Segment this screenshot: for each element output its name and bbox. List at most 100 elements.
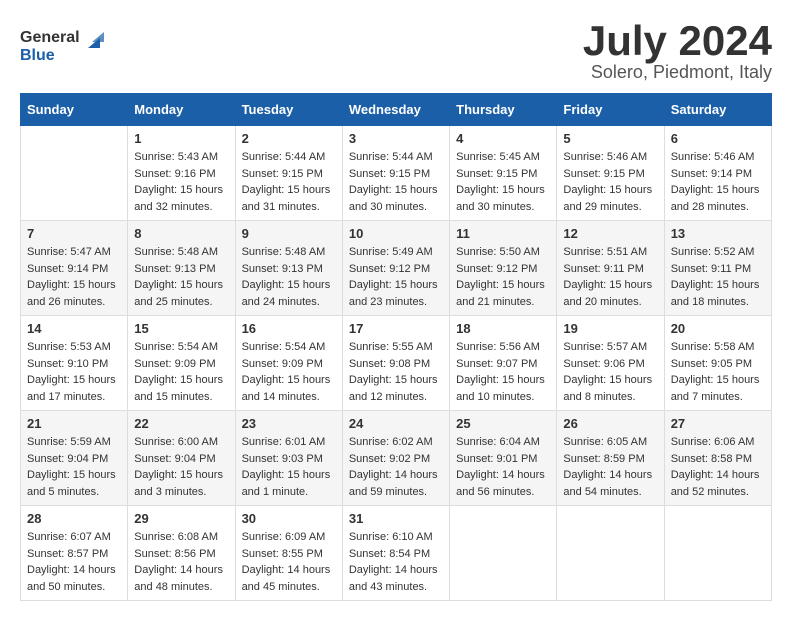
calendar-day-header: Tuesday <box>235 94 342 126</box>
day-number: 23 <box>242 416 336 431</box>
month-title: July 2024 <box>583 20 772 62</box>
calendar-week-row: 7Sunrise: 5:47 AMSunset: 9:14 PMDaylight… <box>21 221 772 316</box>
calendar-day-cell: 4 Sunrise: 5:45 AMSunset: 9:15 PMDaylight… <box>450 126 557 221</box>
calendar-day-cell: 13 Sunrise: 5:52 AMSunset: 9:11 PMDayligh… <box>664 221 771 316</box>
calendar-day-cell: 12 Sunrise: 5:51 AMSunset: 9:11 PMDayligh… <box>557 221 664 316</box>
day-info: Sunrise: 5:44 AMSunset: 9:15 PMDaylight:… <box>349 149 443 215</box>
calendar-day-cell <box>450 506 557 601</box>
day-number: 16 <box>242 321 336 336</box>
calendar-day-cell: 15 Sunrise: 5:54 AMSunset: 9:09 PMDayligh… <box>128 316 235 411</box>
day-number: 31 <box>349 511 443 526</box>
calendar-day-cell <box>664 506 771 601</box>
day-info: Sunrise: 5:46 AMSunset: 9:15 PMDaylight:… <box>563 149 657 215</box>
day-number: 27 <box>671 416 765 431</box>
day-info: Sunrise: 5:43 AMSunset: 9:16 PMDaylight:… <box>134 149 228 215</box>
day-info: Sunrise: 6:06 AMSunset: 8:58 PMDaylight:… <box>671 434 765 500</box>
day-info: Sunrise: 5:55 AMSunset: 9:08 PMDaylight:… <box>349 339 443 405</box>
title-section: July 2024 Solero, Piedmont, Italy <box>583 20 772 83</box>
day-info: Sunrise: 6:10 AMSunset: 8:54 PMDaylight:… <box>349 529 443 595</box>
page-header: General Blue July 2024 Solero, Piedmont,… <box>20 20 772 83</box>
day-info: Sunrise: 5:45 AMSunset: 9:15 PMDaylight:… <box>456 149 550 215</box>
calendar-day-cell: 29Sunrise: 6:08 AMSunset: 8:56 PMDayligh… <box>128 506 235 601</box>
day-number: 6 <box>671 131 765 146</box>
calendar-day-cell: 26 Sunrise: 6:05 AMSunset: 8:59 PMDayligh… <box>557 411 664 506</box>
day-number: 10 <box>349 226 443 241</box>
day-number: 14 <box>27 321 121 336</box>
calendar-week-row: 21Sunrise: 5:59 AMSunset: 9:04 PMDayligh… <box>21 411 772 506</box>
day-number: 17 <box>349 321 443 336</box>
day-number: 19 <box>563 321 657 336</box>
calendar-day-cell: 11Sunrise: 5:50 AMSunset: 9:12 PMDayligh… <box>450 221 557 316</box>
calendar-week-row: 1Sunrise: 5:43 AMSunset: 9:16 PMDaylight… <box>21 126 772 221</box>
location-title: Solero, Piedmont, Italy <box>583 62 772 83</box>
calendar-day-cell: 23 Sunrise: 6:01 AMSunset: 9:03 PMDayligh… <box>235 411 342 506</box>
calendar-day-header: Thursday <box>450 94 557 126</box>
calendar-day-cell: 24 Sunrise: 6:02 AMSunset: 9:02 PMDayligh… <box>342 411 449 506</box>
calendar-day-header: Monday <box>128 94 235 126</box>
calendar-day-cell: 10 Sunrise: 5:49 AMSunset: 9:12 PMDayligh… <box>342 221 449 316</box>
calendar-day-header: Wednesday <box>342 94 449 126</box>
day-number: 13 <box>671 226 765 241</box>
calendar-day-cell: 28Sunrise: 6:07 AMSunset: 8:57 PMDayligh… <box>21 506 128 601</box>
calendar-day-cell: 17 Sunrise: 5:55 AMSunset: 9:08 PMDayligh… <box>342 316 449 411</box>
svg-text:Blue: Blue <box>20 47 55 64</box>
day-number: 26 <box>563 416 657 431</box>
calendar-table: SundayMondayTuesdayWednesdayThursdayFrid… <box>20 93 772 601</box>
day-number: 30 <box>242 511 336 526</box>
calendar-week-row: 14 Sunrise: 5:53 AMSunset: 9:10 PMDayligh… <box>21 316 772 411</box>
logo: General Blue <box>20 20 120 75</box>
day-info: Sunrise: 5:54 AMSunset: 9:09 PMDaylight:… <box>242 339 336 405</box>
day-info: Sunrise: 5:46 AMSunset: 9:14 PMDaylight:… <box>671 149 765 215</box>
day-number: 12 <box>563 226 657 241</box>
day-info: Sunrise: 6:08 AMSunset: 8:56 PMDaylight:… <box>134 529 228 595</box>
day-info: Sunrise: 5:44 AMSunset: 9:15 PMDaylight:… <box>242 149 336 215</box>
calendar-day-cell: 16 Sunrise: 5:54 AMSunset: 9:09 PMDayligh… <box>235 316 342 411</box>
day-info: Sunrise: 5:56 AMSunset: 9:07 PMDaylight:… <box>456 339 550 405</box>
calendar-day-cell: 22Sunrise: 6:00 AMSunset: 9:04 PMDayligh… <box>128 411 235 506</box>
day-number: 8 <box>134 226 228 241</box>
calendar-day-cell: 8Sunrise: 5:48 AMSunset: 9:13 PMDaylight… <box>128 221 235 316</box>
day-info: Sunrise: 5:57 AMSunset: 9:06 PMDaylight:… <box>563 339 657 405</box>
calendar-day-header: Friday <box>557 94 664 126</box>
calendar-day-header: Sunday <box>21 94 128 126</box>
day-number: 7 <box>27 226 121 241</box>
day-info: Sunrise: 6:04 AMSunset: 9:01 PMDaylight:… <box>456 434 550 500</box>
day-number: 11 <box>456 226 550 241</box>
day-info: Sunrise: 5:49 AMSunset: 9:12 PMDaylight:… <box>349 244 443 310</box>
day-info: Sunrise: 6:02 AMSunset: 9:02 PMDaylight:… <box>349 434 443 500</box>
day-info: Sunrise: 6:01 AMSunset: 9:03 PMDaylight:… <box>242 434 336 500</box>
day-info: Sunrise: 5:53 AMSunset: 9:10 PMDaylight:… <box>27 339 121 405</box>
calendar-day-cell <box>557 506 664 601</box>
day-number: 20 <box>671 321 765 336</box>
day-number: 5 <box>563 131 657 146</box>
calendar-day-cell: 20Sunrise: 5:58 AMSunset: 9:05 PMDayligh… <box>664 316 771 411</box>
day-number: 3 <box>349 131 443 146</box>
day-info: Sunrise: 6:05 AMSunset: 8:59 PMDaylight:… <box>563 434 657 500</box>
day-number: 4 <box>456 131 550 146</box>
calendar-day-cell: 27 Sunrise: 6:06 AMSunset: 8:58 PMDayligh… <box>664 411 771 506</box>
calendar-day-cell: 6 Sunrise: 5:46 AMSunset: 9:14 PMDaylight… <box>664 126 771 221</box>
calendar-day-cell: 1Sunrise: 5:43 AMSunset: 9:16 PMDaylight… <box>128 126 235 221</box>
day-number: 9 <box>242 226 336 241</box>
calendar-day-cell: 3 Sunrise: 5:44 AMSunset: 9:15 PMDaylight… <box>342 126 449 221</box>
calendar-day-cell: 5 Sunrise: 5:46 AMSunset: 9:15 PMDaylight… <box>557 126 664 221</box>
calendar-day-cell: 21Sunrise: 5:59 AMSunset: 9:04 PMDayligh… <box>21 411 128 506</box>
day-number: 24 <box>349 416 443 431</box>
day-info: Sunrise: 6:00 AMSunset: 9:04 PMDaylight:… <box>134 434 228 500</box>
calendar-day-cell: 25Sunrise: 6:04 AMSunset: 9:01 PMDayligh… <box>450 411 557 506</box>
day-info: Sunrise: 5:52 AMSunset: 9:11 PMDaylight:… <box>671 244 765 310</box>
day-info: Sunrise: 5:48 AMSunset: 9:13 PMDaylight:… <box>242 244 336 310</box>
calendar-header-row: SundayMondayTuesdayWednesdayThursdayFrid… <box>21 94 772 126</box>
day-info: Sunrise: 5:51 AMSunset: 9:11 PMDaylight:… <box>563 244 657 310</box>
calendar-day-cell: 2Sunrise: 5:44 AMSunset: 9:15 PMDaylight… <box>235 126 342 221</box>
day-info: Sunrise: 5:54 AMSunset: 9:09 PMDaylight:… <box>134 339 228 405</box>
day-info: Sunrise: 5:59 AMSunset: 9:04 PMDaylight:… <box>27 434 121 500</box>
calendar-day-cell <box>21 126 128 221</box>
day-number: 18 <box>456 321 550 336</box>
svg-text:General: General <box>20 29 80 46</box>
calendar-day-cell: 19 Sunrise: 5:57 AMSunset: 9:06 PMDayligh… <box>557 316 664 411</box>
day-number: 15 <box>134 321 228 336</box>
calendar-day-cell: 18 Sunrise: 5:56 AMSunset: 9:07 PMDayligh… <box>450 316 557 411</box>
logo-text: General Blue <box>20 20 120 75</box>
calendar-day-cell: 30Sunrise: 6:09 AMSunset: 8:55 PMDayligh… <box>235 506 342 601</box>
